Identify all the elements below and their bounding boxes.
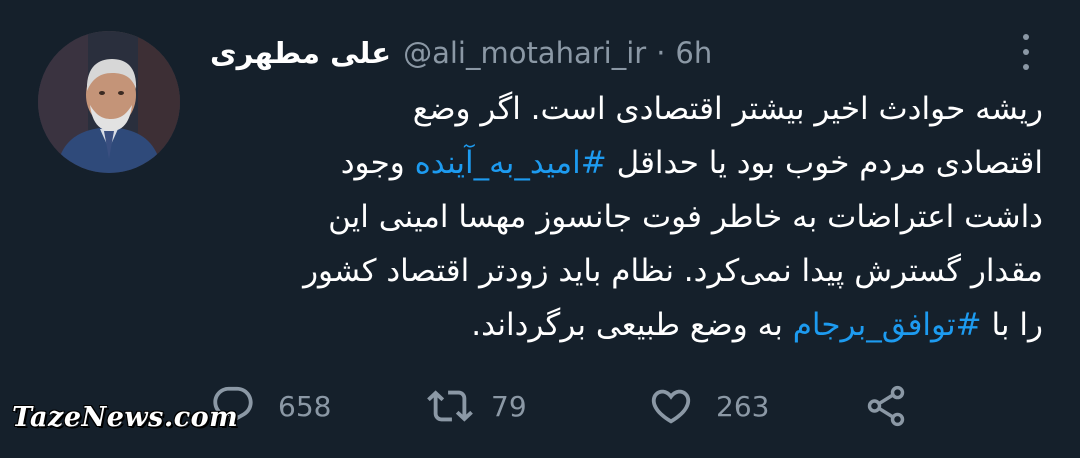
heart-icon — [648, 383, 694, 429]
header-separator: · — [656, 36, 666, 70]
tweet-text-line: اقتصادی مردم خوب بود یا حداقل #امید_به_آ… — [341, 136, 1043, 190]
tweet-text-segment: اقتصادی مردم خوب بود یا حداقل — [606, 145, 1043, 181]
hashtag-link[interactable]: #امید_به_آینده — [415, 145, 607, 181]
more-dot — [1023, 49, 1029, 55]
retweet-count: 79 — [491, 389, 527, 423]
tweet-text: ریشه حوادث اخیر بیشتر اقتصادی است. اگر و… — [303, 82, 1043, 352]
like-button[interactable]: 263 — [648, 378, 769, 434]
more-options-icon[interactable] — [1014, 34, 1038, 70]
hashtag-link[interactable]: #توافق_برجام — [793, 307, 982, 343]
tweet-text-segment: را با — [981, 307, 1043, 343]
user-handle[interactable]: @ali_motahari_ir — [403, 36, 646, 70]
tweet-text-line: را با #توافق_برجام به وضع طبیعی برگرداند… — [395, 298, 1043, 352]
retweet-icon — [425, 383, 475, 429]
tweet-text-segment: داشت اعتراضات به خاطر فوت جانسوز مهسا ام… — [328, 199, 1043, 235]
retweet-button[interactable]: 79 — [425, 378, 527, 434]
tweet-text-line: ریشه حوادث اخیر بیشتر اقتصادی است. اگر و… — [395, 82, 1043, 136]
display-name[interactable]: علی مطهری — [210, 36, 391, 70]
watermark: TazeNews.com — [12, 402, 239, 433]
tweet-card: علی مطهری @ali_motahari_ir · 6h ریشه حوا… — [0, 0, 1080, 458]
tweet-text-segment: به وضع طبیعی برگرداند. — [471, 307, 793, 343]
reply-count: 658 — [278, 389, 332, 423]
tweet-text-line: داشت اعتراضات به خاطر فوت جانسوز مهسا ام… — [328, 190, 1043, 244]
more-dot — [1023, 64, 1029, 70]
like-count: 263 — [716, 389, 770, 423]
share-button[interactable] — [863, 378, 909, 434]
tweet-text-segment: ریشه حوادث اخیر بیشتر اقتصادی است. اگر و… — [412, 91, 1043, 127]
tweet-header: علی مطهری @ali_motahari_ir · 6h — [210, 30, 910, 76]
tweet-text-segment: مقدار گسترش پیدا نمی‌کرد. نظام باید زودت… — [303, 253, 1043, 289]
tweet-actions: 658 79 263 — [210, 378, 930, 434]
tweet-text-line: مقدار گسترش پیدا نمی‌کرد. نظام باید زودت… — [303, 244, 1043, 298]
avatar[interactable] — [38, 31, 180, 173]
share-icon — [863, 383, 909, 429]
tweet-timestamp[interactable]: 6h — [675, 36, 712, 70]
more-dot — [1023, 34, 1029, 40]
tweet-text-segment: وجود — [340, 145, 415, 181]
